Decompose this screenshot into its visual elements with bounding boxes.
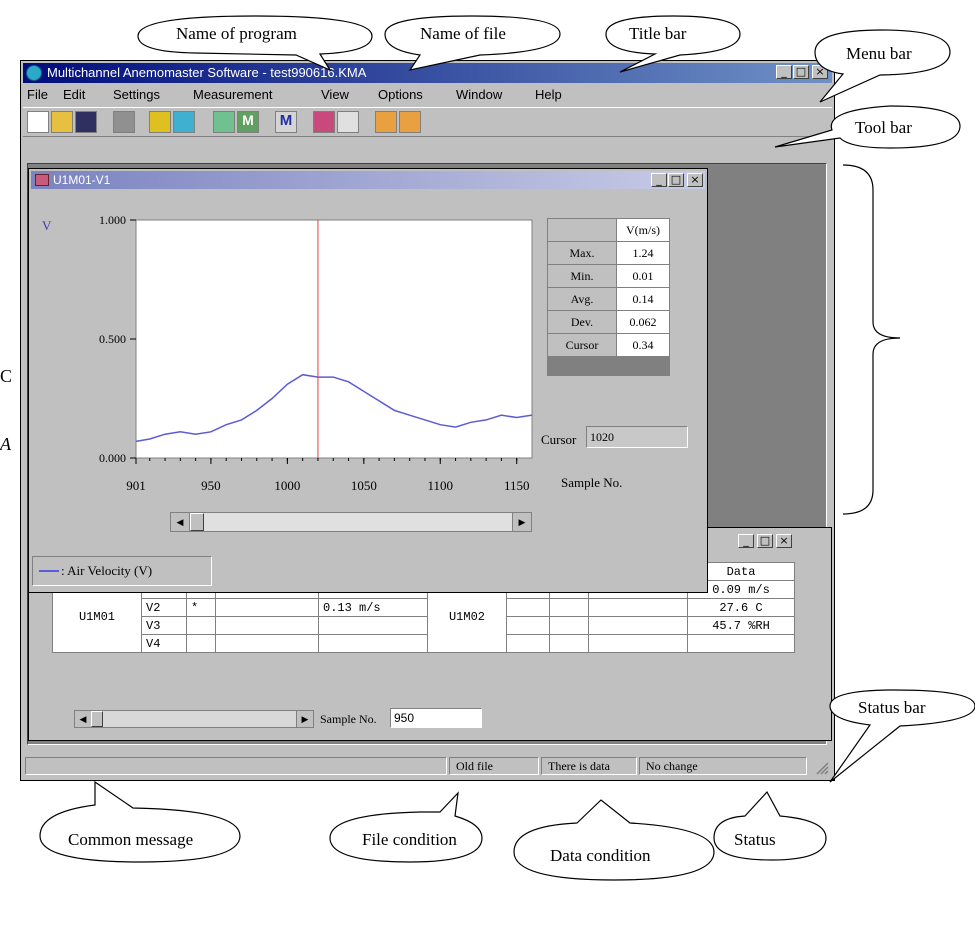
callout-shapes: [39, 15, 975, 881]
callout-common-message: [39, 780, 241, 863]
callout-label: Data condition: [550, 846, 651, 865]
callout-menu-bar: [814, 29, 951, 103]
callout-label: Name of file: [420, 24, 506, 43]
callout-label: Name of program: [176, 24, 297, 43]
callout-file-condition: [329, 791, 483, 863]
callout-label: Menu bar: [846, 44, 912, 63]
callout-label: Tool bar: [855, 118, 912, 137]
callout-label: File condition: [362, 830, 457, 849]
callout-label: Title bar: [629, 24, 687, 43]
callout-data-condition: [513, 799, 715, 881]
callout-label: Status bar: [858, 698, 926, 717]
callout-label: Status: [734, 830, 776, 849]
client-area-brace: [842, 164, 901, 515]
callout-label: Common message: [68, 830, 194, 849]
